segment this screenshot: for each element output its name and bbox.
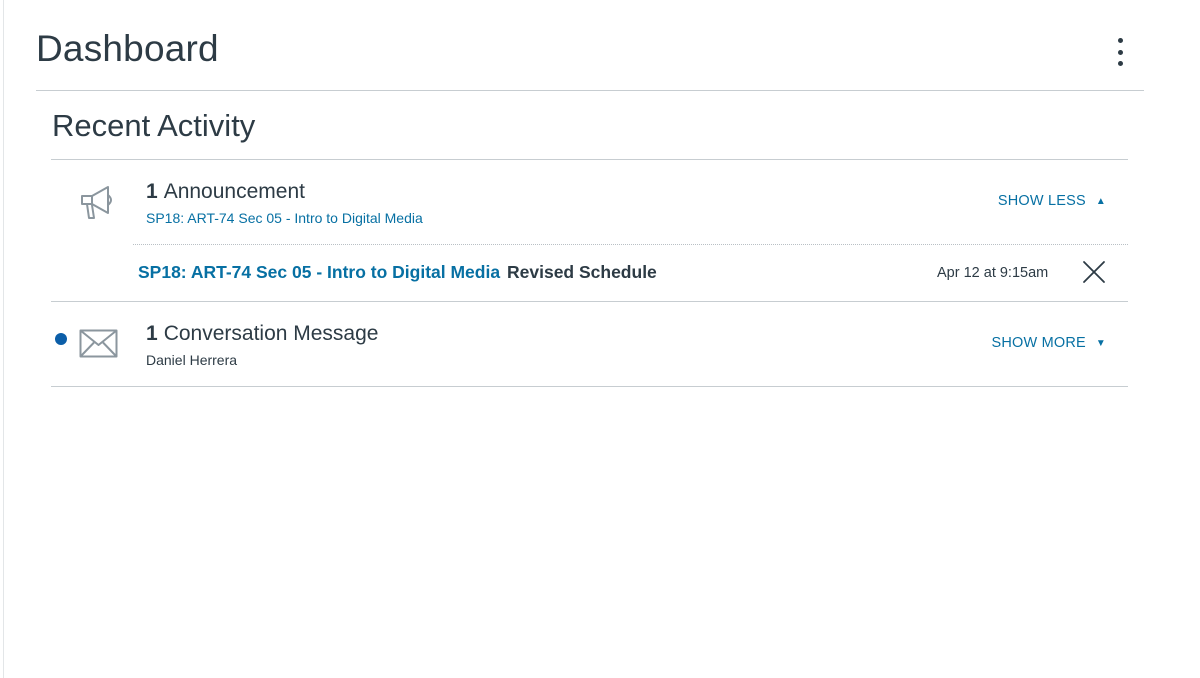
kebab-dot-icon	[1117, 49, 1123, 55]
conversation-title: 1 Conversation Message	[146, 322, 378, 346]
show-less-button[interactable]: SHOW LESS ▲	[998, 193, 1106, 209]
dashboard-page: Dashboard Recent Activity 1 Announcement …	[0, 0, 1200, 678]
conversation-label: Conversation Message	[163, 322, 379, 345]
detail-course-link[interactable]: SP18: ART-74 Sec 05 - Intro to Digital M…	[138, 262, 500, 283]
section-divider	[51, 159, 1128, 160]
show-less-label: SHOW LESS	[997, 193, 1086, 209]
unread-indicator	[55, 333, 67, 345]
kebab-dot-icon	[1117, 61, 1123, 66]
announcement-count: 1	[146, 180, 158, 203]
recent-activity-heading: Recent Activity	[52, 108, 256, 143]
show-more-label: SHOW MORE	[991, 335, 1086, 351]
kebab-dot-icon	[1117, 38, 1123, 43]
dashboard-header: Dashboard	[36, 24, 1144, 91]
announcement-title: 1 Announcement	[146, 180, 305, 204]
megaphone-icon	[81, 186, 112, 219]
page-title: Dashboard	[36, 28, 219, 69]
caret-up-icon: ▲	[1095, 195, 1106, 207]
detail-announcement-title[interactable]: Revised Schedule	[507, 262, 657, 283]
conversation-sender: Daniel Herrera	[146, 352, 238, 368]
detail-date: Apr 12 at 9:15am	[937, 265, 1049, 281]
announcement-course-link[interactable]: SP18: ART-74 Sec 05 - Intro to Digital M…	[146, 210, 423, 226]
show-more-button[interactable]: SHOW MORE ▼	[991, 335, 1106, 351]
dashboard-options-button[interactable]	[1108, 36, 1132, 68]
row-divider	[51, 301, 1128, 302]
dotted-divider	[133, 244, 1128, 245]
envelope-icon	[79, 329, 118, 358]
announcement-label: Announcement	[163, 180, 305, 203]
caret-down-icon: ▼	[1095, 337, 1106, 349]
left-border	[3, 0, 4, 678]
close-icon[interactable]	[1080, 258, 1108, 286]
row-divider	[51, 386, 1128, 387]
conversation-count: 1	[146, 322, 158, 345]
